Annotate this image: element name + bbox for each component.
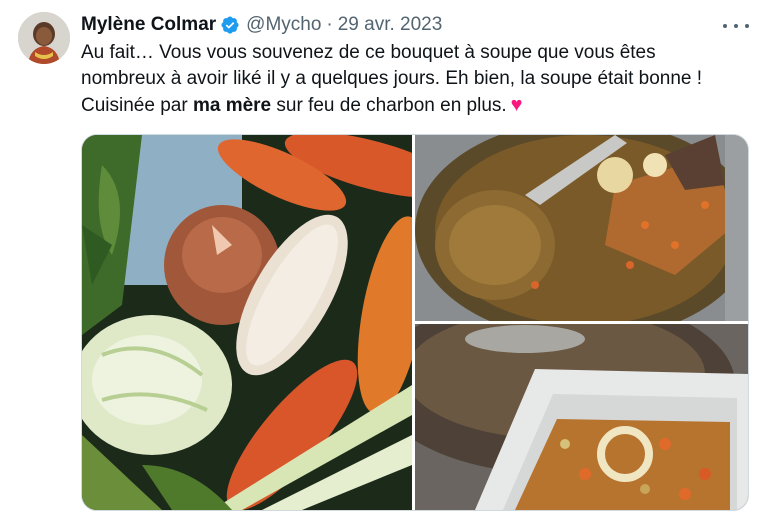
red-heart-emoji: ♥ bbox=[510, 94, 523, 116]
tweet-text-line: Cuisinée par ma mère sur feu de charbon … bbox=[81, 92, 751, 119]
photo-soup-pot[interactable] bbox=[415, 135, 748, 321]
avatar-photo bbox=[18, 12, 70, 64]
more-dot bbox=[734, 24, 738, 28]
author-handle[interactable]: @Mycho bbox=[246, 14, 321, 36]
photo-vegetables[interactable] bbox=[82, 135, 412, 510]
tweet-header: Mylène Colmar @Mycho · 29 avr. 2023 bbox=[81, 12, 442, 38]
tweet-text-line: nombreux à avoir liké il y a quelques jo… bbox=[81, 68, 703, 89]
verified-badge-icon[interactable] bbox=[220, 15, 240, 35]
tweet-date[interactable]: 29 avr. 2023 bbox=[338, 14, 443, 36]
more-options-icon[interactable] bbox=[723, 22, 749, 30]
tweet-text-line: Au fait… Vous vous souvenez de ce bouque… bbox=[81, 42, 656, 63]
photo-soup-container[interactable] bbox=[415, 324, 748, 510]
tweet-text-bold: ma mère bbox=[192, 95, 272, 116]
author-name[interactable]: Mylène Colmar bbox=[81, 14, 216, 36]
more-dot bbox=[723, 24, 727, 28]
more-dot bbox=[745, 24, 749, 28]
author-avatar[interactable] bbox=[18, 12, 70, 64]
tweet-text-segment: sur feu de charbon en plus. bbox=[271, 95, 507, 116]
header-separator: · bbox=[326, 14, 333, 35]
tweet-media-grid bbox=[81, 134, 749, 511]
tweet-text: Au fait… Vous vous souvenez de ce bouque… bbox=[81, 40, 751, 119]
tweet-text-segment: Cuisinée par bbox=[81, 95, 193, 116]
